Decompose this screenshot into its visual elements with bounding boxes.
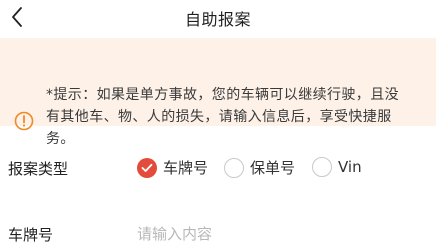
navbar: 自助报案 xyxy=(0,0,436,36)
case-type-label: 报案类型 xyxy=(8,160,69,178)
case-type-row: 报案类型 车牌号 保单号 Vin xyxy=(0,148,436,188)
page-title: 自助报案 xyxy=(184,10,251,29)
radio-circle-icon xyxy=(312,157,332,177)
notice-line: 务。 xyxy=(46,131,75,147)
radio-label: 保单号 xyxy=(250,159,296,177)
exclamation-circle-icon xyxy=(14,111,34,135)
notice-text: *提示：如果是单方事故，您的车辆可以继续行驶，且没 有其他车、物、人的损失，请输… xyxy=(46,84,426,150)
plate-number-input[interactable] xyxy=(137,222,417,246)
notice-banner: *提示：如果是单方事故，您的车辆可以继续行驶，且没 有其他车、物、人的损失，请输… xyxy=(0,38,436,147)
radio-plate-number[interactable]: 车牌号 xyxy=(137,157,208,178)
radio-label: Vin xyxy=(338,158,362,176)
notice-line: 有其他车、物、人的损失，请输入信息后，享受快捷服 xyxy=(46,109,392,125)
check-circle-icon xyxy=(137,157,157,178)
plate-number-row: 车牌号 xyxy=(0,214,436,252)
radio-policy-number[interactable]: 保单号 xyxy=(224,157,295,178)
notice-line: *提示：如果是单方事故，您的车辆可以继续行驶，且没 xyxy=(46,87,399,103)
radio-label: 车牌号 xyxy=(163,159,209,177)
radio-circle-icon xyxy=(224,157,244,178)
radio-vin[interactable]: Vin xyxy=(312,157,362,177)
plate-number-label: 车牌号 xyxy=(8,226,54,244)
